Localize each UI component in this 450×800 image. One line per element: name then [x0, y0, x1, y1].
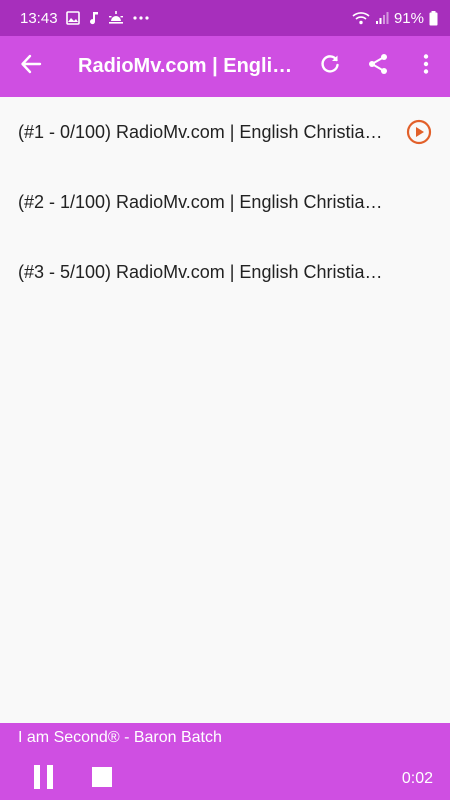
stop-icon [92, 766, 112, 792]
pause-icon [33, 764, 55, 794]
station-list: (#1 - 0/100) RadioMv.com | English Chris… [0, 97, 450, 723]
refresh-icon [319, 53, 341, 80]
pause-button[interactable] [30, 764, 58, 794]
now-playing-track: I am Second® - Baron Batch [18, 729, 222, 746]
list-item[interactable]: (#2 - 1/100) RadioMv.com | English Chris… [0, 167, 450, 237]
wifi-icon [352, 11, 370, 25]
stop-button[interactable] [88, 765, 116, 793]
overflow-menu-button[interactable] [402, 36, 450, 97]
list-item-label: (#2 - 1/100) RadioMv.com | English Chris… [18, 191, 390, 212]
list-item-label: (#1 - 0/100) RadioMv.com | English Chris… [18, 121, 390, 142]
elapsed-time: 0:02 [401, 770, 433, 787]
battery-percent: 91% [393, 9, 424, 27]
status-time: 13:43 [20, 9, 58, 27]
list-item[interactable]: (#3 - 5/100) RadioMv.com | English Chris… [0, 237, 450, 307]
app-bar: RadioMv.com | English Christian Radio [0, 36, 450, 97]
list-item-label: (#3 - 5/100) RadioMv.com | English Chris… [18, 261, 390, 282]
app-bar-actions [306, 36, 450, 97]
list-item[interactable]: (#1 - 0/100) RadioMv.com | English Chris… [0, 97, 450, 167]
overflow-menu-icon [423, 53, 429, 80]
battery-icon [429, 10, 438, 26]
back-arrow-icon [20, 53, 42, 80]
player-controls [30, 764, 116, 794]
status-right: 91% [352, 10, 438, 27]
signal-icon [375, 11, 389, 25]
player-bar: I am Second® - Baron Batch 0:02 [0, 723, 450, 800]
refresh-button[interactable] [306, 36, 354, 97]
status-left: 13:43 [20, 10, 150, 27]
more-dots-icon [132, 15, 150, 21]
status-bar: 13:43 91% [0, 0, 450, 36]
image-icon [65, 11, 80, 25]
sunrise-icon [108, 11, 124, 25]
share-button[interactable] [354, 36, 402, 97]
back-button[interactable] [0, 36, 62, 97]
share-icon [367, 53, 389, 80]
music-note-icon [88, 11, 100, 25]
page-title: RadioMv.com | English Christian Radio [78, 55, 298, 77]
play-icon[interactable] [406, 119, 432, 145]
